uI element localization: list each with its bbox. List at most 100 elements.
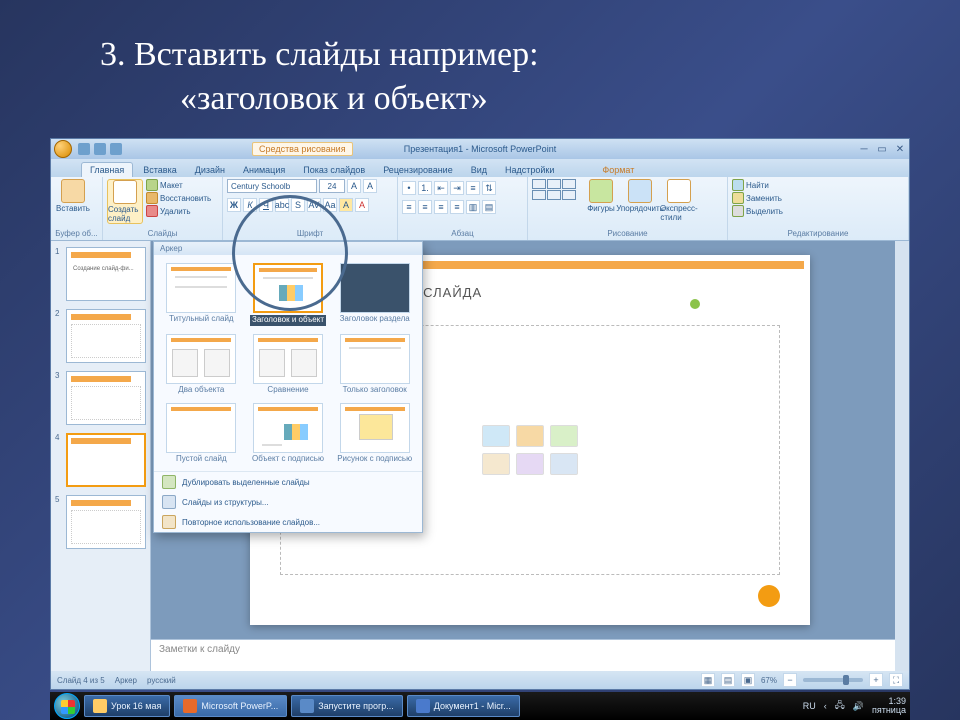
clock[interactable]: 1:39 пятница [872,697,906,715]
spacing-button[interactable]: AV [307,198,321,212]
select-button[interactable]: Выделить [732,205,783,217]
insert-table-icon[interactable] [482,425,510,447]
tab-review[interactable]: Рецензирование [375,163,461,177]
arrange-button[interactable]: Упорядочить [622,179,658,213]
italic-button[interactable]: К [243,198,257,212]
indent-inc-button[interactable]: ⇥ [450,181,464,195]
zoom-out-button[interactable]: − [783,673,797,687]
tray-show-hidden-icon[interactable]: ‹ [824,701,827,711]
thumbnail-5[interactable]: 5 [55,495,146,549]
shadow-button[interactable]: S [291,198,305,212]
language-indicator[interactable]: русский [147,676,176,685]
tab-format[interactable]: Формат [594,163,642,177]
columns-button[interactable]: ▥ [466,200,480,214]
align-right-button[interactable]: ≡ [434,200,448,214]
font-size-select[interactable]: 24 [319,179,345,193]
thumbnail-3[interactable]: 3 [55,371,146,425]
paste-button[interactable]: Вставить [55,179,91,213]
fit-button[interactable]: ⛶ [889,673,903,687]
replace-button[interactable]: Заменить [732,192,783,204]
maximize-button[interactable]: ▭ [873,142,891,156]
case-button[interactable]: Aa [323,198,337,212]
bold-button[interactable]: Ж [227,198,241,212]
taskbar-item-4[interactable]: Документ1 - Micr... [407,695,520,717]
layout-content-caption[interactable]: Объект с подписью [249,403,328,464]
taskbar-item-3[interactable]: Запустите прогр... [291,695,403,717]
numbering-button[interactable]: 1. [418,181,432,195]
sorter-view-button[interactable]: ▤ [721,673,735,687]
insert-media-icon[interactable] [550,453,578,475]
strike-button[interactable]: abc [275,198,289,212]
tab-design[interactable]: Дизайн [187,163,233,177]
layout-comparison[interactable]: Сравнение [249,334,328,395]
layout-button[interactable]: Макет [146,179,211,191]
font-name-select[interactable]: Century Schoolb [227,179,317,193]
layout-title-and-content[interactable]: Заголовок и объект [249,263,328,326]
slideshow-view-button[interactable]: ▣ [741,673,755,687]
layout-title-slide[interactable]: Титульный слайд [162,263,241,326]
bullets-button[interactable]: • [402,181,416,195]
taskbar-item-powerpoint[interactable]: Microsoft PowerP... [174,695,287,717]
find-button[interactable]: Найти [732,179,783,191]
close-button[interactable]: ✕ [891,142,909,156]
align-text-button[interactable]: ▤ [482,200,496,214]
normal-view-button[interactable]: ▦ [701,673,715,687]
tray-lang[interactable]: RU [803,701,816,711]
line-spacing-button[interactable]: ≡ [466,181,480,195]
tray-volume-icon[interactable]: 🔊 [853,701,864,712]
insert-clipart-icon[interactable] [516,453,544,475]
highlight-button[interactable]: A [339,198,353,212]
status-bar: Слайд 4 из 5 Аркер русский ▦ ▤ ▣ 67% − +… [51,671,909,689]
font-color-button[interactable]: A [355,198,369,212]
insert-picture-icon[interactable] [482,453,510,475]
duplicate-slides-item[interactable]: Дублировать выделенные слайды [154,472,422,492]
insert-chart-icon[interactable] [516,425,544,447]
thumbnail-1[interactable]: 1Создание слайд-фи... [55,247,146,301]
layout-title-only[interactable]: Только заголовок [335,334,414,395]
delete-button[interactable]: Удалить [146,205,211,217]
layout-picture-caption[interactable]: Рисунок с подписью [335,403,414,464]
underline-button[interactable]: Ч [259,198,273,212]
shapes-button[interactable]: Фигуры [583,179,619,213]
office-button[interactable] [54,140,72,158]
vertical-scrollbar[interactable] [895,241,909,671]
qat-redo-icon[interactable] [110,143,122,155]
tab-view[interactable]: Вид [463,163,495,177]
zoom-percent[interactable]: 67% [761,676,777,685]
justify-button[interactable]: ≡ [450,200,464,214]
tray-network-icon[interactable]: 🖧 [835,698,845,714]
start-button[interactable] [54,693,80,719]
tab-home[interactable]: Главная [81,162,133,177]
taskbar-item-1[interactable]: Урок 16 мая [84,695,170,717]
new-slide-button[interactable]: Создать слайд [107,179,143,224]
indent-dec-button[interactable]: ⇤ [434,181,448,195]
tab-animation[interactable]: Анимация [235,163,293,177]
layout-icon [146,179,158,191]
minimize-button[interactable]: ─ [855,142,873,156]
qat-undo-icon[interactable] [94,143,106,155]
tab-addins[interactable]: Надстройки [497,163,562,177]
layout-section-header[interactable]: Заголовок раздела [335,263,414,326]
shrink-font-button[interactable]: A [363,179,377,193]
qat-save-icon[interactable] [78,143,90,155]
shapes-gallery[interactable] [532,179,576,200]
thumbnail-2[interactable]: 2 [55,309,146,363]
align-left-button[interactable]: ≡ [402,200,416,214]
notes-pane[interactable]: Заметки к слайду [151,639,909,671]
text-direction-button[interactable]: ⇅ [482,181,496,195]
insert-smartart-icon[interactable] [550,425,578,447]
reuse-slides-item[interactable]: Повторное использование слайдов... [154,512,422,532]
layout-blank[interactable]: Пустой слайд [162,403,241,464]
quick-styles-button[interactable]: Экспресс-стили [661,179,697,222]
tab-slideshow[interactable]: Показ слайдов [295,163,373,177]
tab-insert[interactable]: Вставка [135,163,184,177]
align-center-button[interactable]: ≡ [418,200,432,214]
layout-two-content[interactable]: Два объекта [162,334,241,395]
zoom-slider[interactable] [803,678,863,682]
thumbnail-4[interactable]: 4 [55,433,146,487]
slide-thumbnail-panel[interactable]: 1Создание слайд-фи... 2 3 4 5 [51,241,151,671]
grow-font-button[interactable]: A [347,179,361,193]
reset-button[interactable]: Восстановить [146,192,211,204]
zoom-in-button[interactable]: + [869,673,883,687]
slides-from-outline-item[interactable]: Слайды из структуры... [154,492,422,512]
